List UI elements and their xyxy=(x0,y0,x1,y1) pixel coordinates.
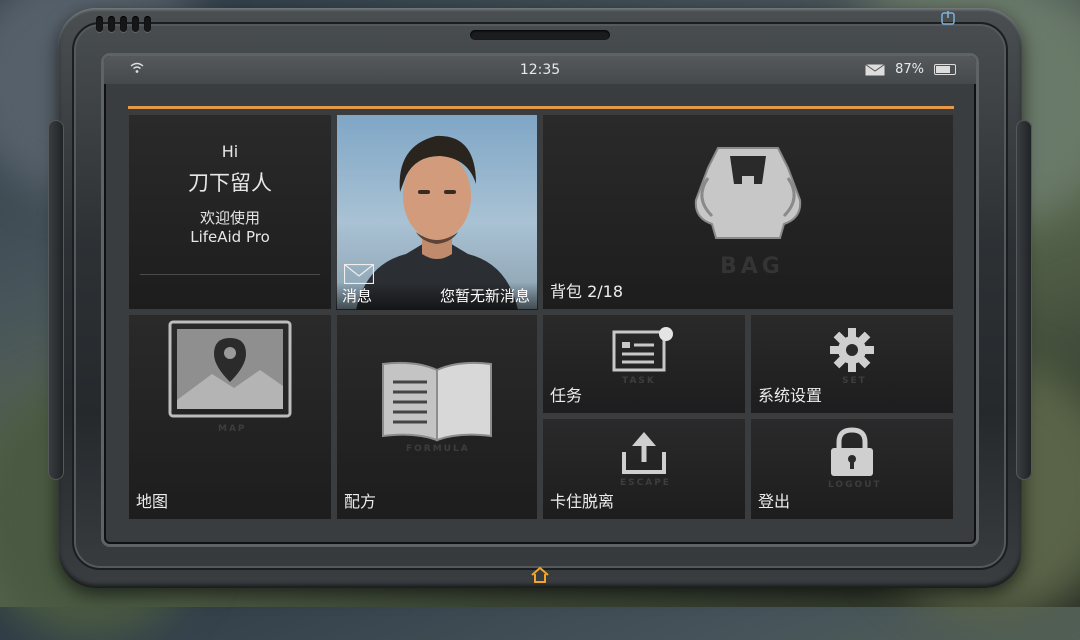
bag-ghost-text: BAG xyxy=(720,254,784,279)
map-ghost-text: MAP xyxy=(218,424,247,434)
logout-label: 登出 xyxy=(758,492,791,511)
backpack-icon xyxy=(694,147,802,239)
upload-icon xyxy=(622,432,666,474)
right-grip xyxy=(1016,120,1032,480)
recipe-ghost-text: FORMULA xyxy=(406,444,470,454)
open-book-icon xyxy=(382,361,492,442)
bag-label: 背包 2/18 xyxy=(550,282,624,301)
task-list-icon xyxy=(612,327,673,372)
top-slot xyxy=(470,30,610,40)
unstuck-label: 卡住脱离 xyxy=(550,492,615,511)
settings-label: 系统设置 xyxy=(758,386,823,405)
greeting-divider xyxy=(140,274,320,275)
power-icon xyxy=(941,11,955,25)
accent-bar xyxy=(128,106,954,109)
map-pin-icon xyxy=(168,320,292,418)
mail-icon xyxy=(344,264,374,284)
unstuck-ghost-text: ESCAPE xyxy=(620,478,671,488)
gear-icon xyxy=(830,328,874,372)
logout-tile[interactable]: LOGOUT 登出 xyxy=(750,418,954,520)
recipe-label: 配方 xyxy=(344,492,377,511)
device-screen: 12:35 87% Hi 刀下留人 欢迎使用 LifeAid Pro 消息 您暂… xyxy=(104,56,976,544)
unstuck-tile[interactable]: ESCAPE 卡住脱离 xyxy=(542,418,746,520)
map-label: 地图 xyxy=(136,492,169,511)
status-bar: 12:35 87% xyxy=(104,56,976,84)
player-name: 刀下留人 xyxy=(188,171,272,195)
mail-icon xyxy=(865,63,885,75)
greeting-hi: Hi xyxy=(221,142,239,161)
padlock-icon xyxy=(831,427,873,476)
welcome-text: 欢迎使用 LifeAid Pro xyxy=(128,209,332,247)
task-label: 任务 xyxy=(550,386,583,405)
welcome-line: 欢迎使用 xyxy=(199,209,260,227)
status-clock: 12:35 xyxy=(519,62,561,78)
battery-icon xyxy=(934,64,956,75)
speaker-vent xyxy=(96,16,151,32)
character-portrait[interactable]: 消息 您暂无新消息 xyxy=(336,114,538,310)
greeting-panel: Hi 刀下留人 欢迎使用 LifeAid Pro xyxy=(128,114,332,310)
recipe-tile[interactable]: FORMULA 配方 xyxy=(336,314,538,520)
home-button[interactable] xyxy=(526,566,554,588)
logout-ghost-text: LOGOUT xyxy=(828,480,882,490)
message-label: 消息 xyxy=(342,287,373,305)
map-tile[interactable]: MAP 地图 xyxy=(128,314,332,520)
message-status: 您暂无新消息 xyxy=(439,287,530,305)
home-icon xyxy=(531,566,549,583)
settings-tile[interactable]: SET 系统设置 xyxy=(750,314,954,414)
task-ghost-text: TASK xyxy=(622,376,656,386)
task-tile[interactable]: TASK 任务 xyxy=(542,314,746,414)
status-right: 87% xyxy=(865,62,956,77)
battery-percent: 87% xyxy=(895,62,924,77)
settings-ghost-text: SET xyxy=(842,376,867,386)
bag-tile[interactable]: BAG 背包 2/18 xyxy=(542,114,954,310)
left-grip xyxy=(48,120,64,480)
power-button[interactable] xyxy=(936,10,960,30)
app-name: LifeAid Pro xyxy=(190,228,270,246)
